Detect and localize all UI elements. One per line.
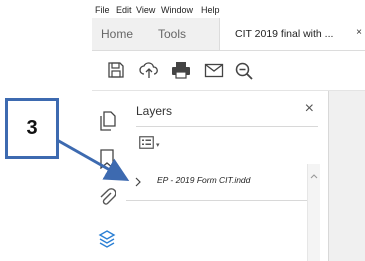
tab-document[interactable]: CIT 2019 final with ... × — [219, 18, 365, 50]
tab-home[interactable]: Home — [101, 18, 133, 50]
layers-scrollbar[interactable] — [307, 164, 320, 261]
layers-icon[interactable] — [98, 229, 116, 254]
bookmark-icon[interactable] — [98, 149, 116, 174]
list-options-icon — [139, 136, 154, 154]
menu-window[interactable]: Window — [161, 5, 193, 15]
save-icon[interactable] — [107, 61, 125, 84]
document-area — [328, 91, 365, 261]
layer-row[interactable]: EP - 2019 Form CIT.indd — [126, 162, 320, 201]
scroll-up-icon[interactable] — [310, 166, 318, 184]
layers-options-button[interactable]: ▾ — [139, 136, 160, 154]
panel-divider — [136, 126, 318, 127]
layers-panel: Layers × ▾ EP - 2019 Form CIT.indd — [124, 91, 328, 261]
tab-close-button[interactable]: × — [356, 27, 362, 38]
upload-icon[interactable] — [139, 61, 159, 84]
email-icon[interactable] — [204, 61, 224, 84]
layers-panel-close-button[interactable]: × — [305, 100, 314, 118]
menu-bar: File Edit View Window Help — [92, 0, 365, 18]
menu-help[interactable]: Help — [201, 5, 220, 15]
print-icon[interactable] — [171, 61, 191, 84]
pages-icon[interactable] — [98, 111, 116, 136]
layers-panel-title: Layers — [136, 104, 173, 118]
options-caret-icon: ▾ — [156, 142, 160, 149]
zoom-icon[interactable] — [234, 61, 254, 86]
menu-file[interactable]: File — [95, 5, 110, 15]
layer-name: EP - 2019 Form CIT.indd — [157, 175, 251, 185]
expand-chevron-icon[interactable] — [134, 174, 142, 192]
attachment-icon[interactable] — [98, 187, 117, 212]
callout-box: 3 — [5, 98, 59, 159]
toolbar — [92, 51, 365, 91]
tab-document-label: CIT 2019 final with ... — [235, 28, 334, 40]
tab-bar: Home Tools CIT 2019 final with ... × — [92, 18, 365, 51]
callout-label: 3 — [26, 117, 38, 139]
left-rail — [92, 91, 124, 261]
menu-edit[interactable]: Edit — [116, 5, 132, 15]
tab-tools[interactable]: Tools — [158, 18, 186, 50]
menu-view[interactable]: View — [136, 5, 155, 15]
